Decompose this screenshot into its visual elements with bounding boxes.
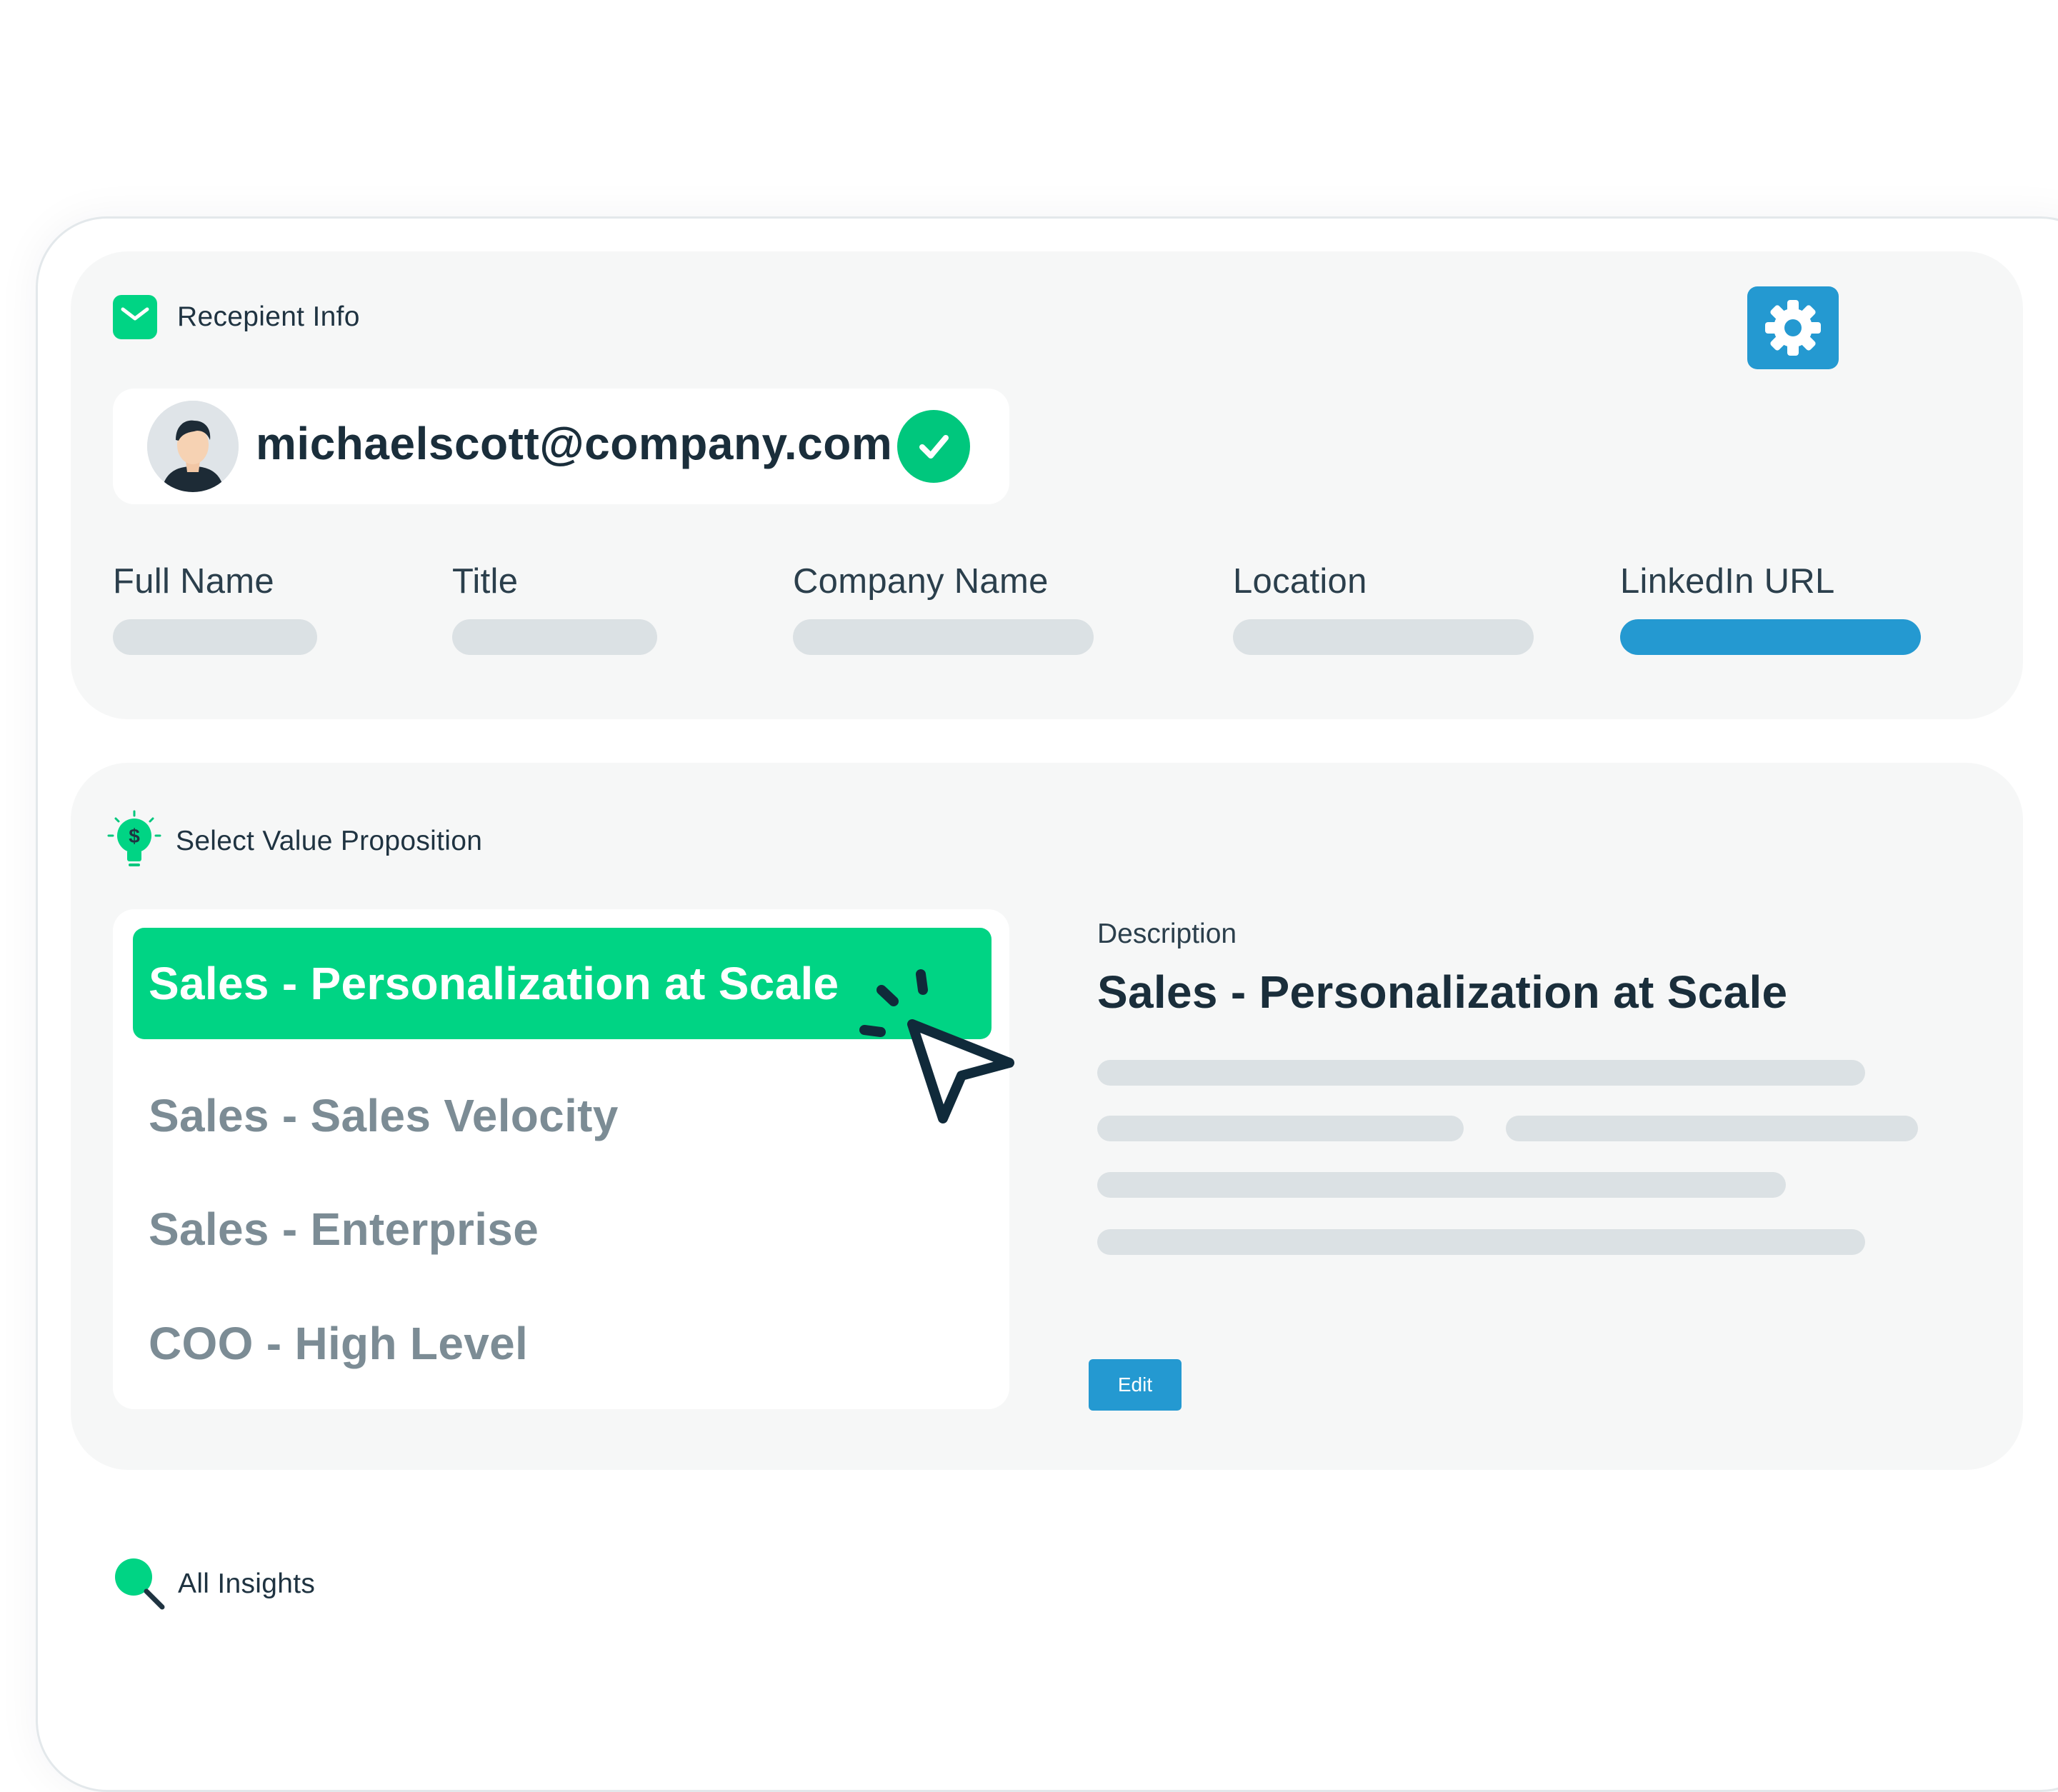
all-insights-title: All Insights (178, 1568, 316, 1599)
mail-icon (113, 295, 157, 339)
field-value-placeholder (452, 619, 657, 655)
cursor-icon (859, 969, 1014, 1123)
description-line-placeholder (1097, 1060, 1865, 1086)
value-option-coo-high-level[interactable]: COO - High Level (133, 1288, 991, 1399)
recipient-info-header: Recepient Info (113, 295, 360, 339)
description-title: Sales - Personalization at Scale (1097, 966, 1788, 1018)
field-linkedin-url[interactable]: LinkedIn URL (1620, 561, 1921, 655)
field-label: Location (1233, 562, 1367, 601)
settings-button[interactable] (1747, 286, 1839, 369)
field-value-placeholder (113, 619, 317, 655)
description-line-placeholder (1506, 1116, 1918, 1141)
lightbulb-dollar-icon: $ (106, 810, 163, 873)
field-value-placeholder (1233, 619, 1534, 655)
email-card[interactable]: michaelscott@company.com (113, 389, 1009, 504)
field-company-name: Company Name (793, 561, 1094, 655)
avatar (147, 401, 239, 492)
field-location: Location (1233, 561, 1534, 655)
recipient-email: michaelscott@company.com (256, 418, 893, 469)
field-full-name: Full Name (113, 561, 317, 655)
value-proposition-header: $ Select Value Proposition (106, 810, 482, 873)
field-label: Title (452, 562, 519, 601)
field-value-placeholder (793, 619, 1094, 655)
value-option-enterprise[interactable]: Sales - Enterprise (133, 1173, 991, 1285)
value-proposition-title: Select Value Proposition (176, 826, 483, 856)
description-line-placeholder (1097, 1172, 1786, 1198)
field-label: LinkedIn URL (1620, 562, 1835, 601)
edit-button[interactable]: Edit (1089, 1359, 1182, 1411)
all-insights-header[interactable]: All Insights (111, 1556, 315, 1613)
field-label: Company Name (793, 562, 1049, 601)
magnifier-icon (111, 1556, 168, 1613)
field-title: Title (452, 561, 657, 655)
verified-badge (897, 410, 970, 483)
gear-icon (1765, 300, 1821, 356)
description-line-placeholder (1097, 1229, 1865, 1255)
svg-text:$: $ (129, 825, 140, 847)
check-icon (919, 435, 949, 459)
recipient-info-title: Recepient Info (177, 301, 360, 332)
field-label: Full Name (113, 562, 274, 601)
description-label: Description (1097, 918, 1237, 949)
field-value-link[interactable] (1620, 619, 1921, 655)
description-line-placeholder (1097, 1116, 1464, 1141)
